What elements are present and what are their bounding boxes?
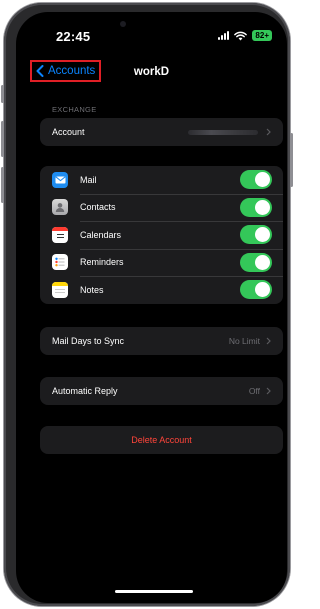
mail-toggle[interactable] — [240, 170, 272, 190]
mute-switch — [1, 85, 4, 103]
calendars-toggle[interactable] — [240, 225, 272, 245]
delete-account-label: Delete Account — [131, 435, 192, 445]
sync-item-calendars: Calendars — [40, 221, 283, 249]
sync-item-mail: Mail — [40, 166, 283, 194]
nav-bar: Accounts workD — [16, 56, 287, 90]
power-button — [290, 133, 293, 187]
home-indicator[interactable] — [115, 590, 193, 593]
toggle-knob — [255, 172, 270, 188]
sync-item-notes: Notes — [40, 276, 283, 304]
toggle-knob — [255, 199, 270, 215]
volume-up-button — [1, 121, 4, 157]
toggle-knob — [255, 227, 270, 243]
auto-reply-row[interactable]: Automatic Reply Off — [40, 377, 283, 405]
sync-services-group: Mail Contacts Calendars Reminders Notes — [40, 166, 283, 304]
delete-account-group: Delete Account — [40, 426, 283, 454]
toggle-knob — [255, 282, 270, 298]
chevron-right-icon — [266, 337, 271, 345]
sync-item-label: Mail — [80, 174, 97, 185]
account-group: Account — [40, 118, 283, 146]
toggle-knob — [255, 254, 270, 270]
auto-reply-group: Automatic Reply Off — [40, 377, 283, 405]
page-title: workD — [133, 66, 170, 78]
notes-icon — [52, 281, 68, 298]
mail-days-group: Mail Days to Sync No Limit — [40, 327, 283, 355]
status-icons: 82+ — [218, 30, 272, 41]
screen: 22:45 82+ Accounts workD EXCHANGE Accoun… — [16, 12, 287, 603]
status-time: 22:45 — [56, 29, 91, 44]
sync-item-reminders: Reminders — [40, 248, 283, 277]
notes-toggle[interactable] — [240, 280, 272, 300]
contacts-icon — [52, 199, 68, 216]
calendar-icon — [52, 226, 68, 243]
reminders-icon — [52, 254, 68, 271]
mail-days-row[interactable]: Mail Days to Sync No Limit — [40, 327, 283, 355]
account-label: Account — [52, 127, 85, 137]
auto-reply-label: Automatic Reply — [52, 386, 118, 396]
sync-item-label: Contacts — [80, 202, 116, 213]
account-value-redacted — [188, 129, 258, 135]
status-bar: 22:45 82+ — [16, 12, 287, 56]
wifi-icon — [234, 31, 248, 40]
chevron-right-icon — [266, 387, 271, 395]
mail-icon — [52, 171, 68, 188]
sync-item-contacts: Contacts — [40, 193, 283, 222]
front-camera — [120, 21, 126, 27]
section-header-exchange: EXCHANGE — [52, 105, 97, 114]
volume-down-button — [1, 167, 4, 203]
mail-days-label: Mail Days to Sync — [52, 336, 125, 346]
phone-frame: 22:45 82+ Accounts workD EXCHANGE Accoun… — [1, 3, 293, 606]
account-row[interactable]: Account — [40, 118, 283, 146]
delete-account-button[interactable]: Delete Account — [40, 426, 283, 454]
mail-days-value: No Limit — [228, 336, 260, 346]
signal-icon — [218, 31, 230, 40]
chevron-right-icon — [266, 128, 271, 136]
auto-reply-value: Off — [248, 386, 260, 396]
sync-item-label: Reminders — [80, 257, 124, 268]
contacts-toggle[interactable] — [240, 197, 272, 217]
sync-item-label: Notes — [80, 284, 104, 295]
battery-icon: 82+ — [252, 30, 272, 41]
reminders-toggle[interactable] — [240, 252, 272, 272]
sync-item-label: Calendars — [80, 229, 122, 240]
